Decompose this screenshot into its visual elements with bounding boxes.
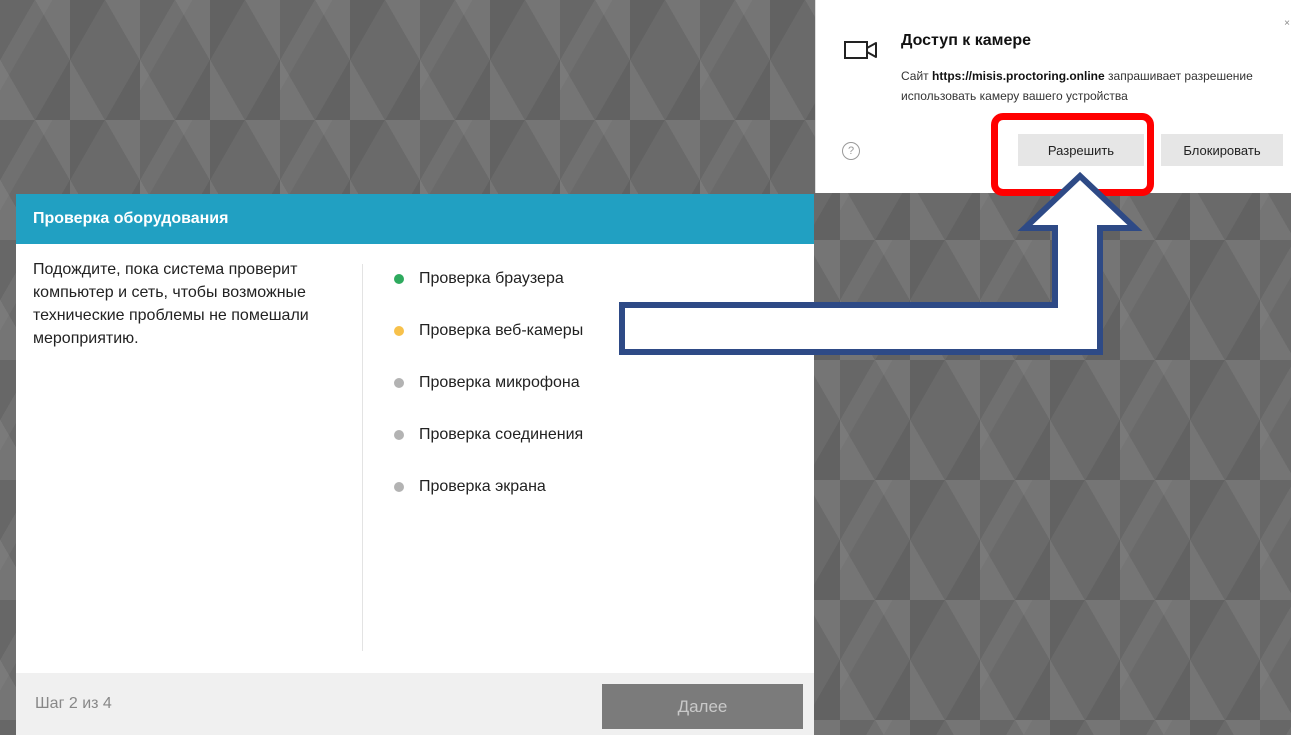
equipment-check-panel: Проверка оборудования Подождите, пока си… [16,194,814,735]
close-icon[interactable]: × [1284,18,1290,29]
camera-permission-popup: Доступ к камере × Сайт https://misis.pro… [815,0,1291,193]
help-icon[interactable]: ? [842,142,860,160]
check-item-browser: Проверка браузера [394,268,583,320]
divider [362,264,363,651]
check-label: Проверка микрофона [419,374,580,391]
next-button[interactable]: Далее [602,684,803,729]
status-dot [394,430,404,440]
check-label: Проверка браузера [419,270,564,287]
allow-button[interactable]: Разрешить [1018,134,1144,166]
site-url: https://misis.proctoring.online [932,69,1105,83]
popup-message: Сайт https://misis.proctoring.online зап… [901,66,1281,106]
check-label: Проверка соединения [419,426,584,443]
status-dot [394,274,404,284]
status-dot [394,326,404,336]
popup-title: Доступ к камере [901,32,1032,49]
step-indicator: Шаг 2 из 4 [35,695,112,712]
check-label: Проверка веб-камеры [419,322,584,339]
video-camera-icon [844,38,878,67]
block-button[interactable]: Блокировать [1161,134,1283,166]
status-dot [394,378,404,388]
check-item-webcam: Проверка веб-камеры [394,320,583,372]
panel-footer: Шаг 2 из 4 Далее [16,673,814,735]
panel-body: Подождите, пока система проверит компьют… [16,244,814,673]
message-prefix: Сайт [901,69,933,83]
check-item-connection: Проверка соединения [394,424,583,476]
status-dot [394,482,404,492]
check-item-microphone: Проверка микрофона [394,372,583,424]
check-list: Проверка браузера Проверка веб-камеры Пр… [394,268,583,528]
panel-title: Проверка оборудования [16,194,814,244]
check-item-screen: Проверка экрана [394,476,583,528]
check-label: Проверка экрана [419,478,546,495]
intro-text: Подождите, пока система проверит компьют… [33,261,309,347]
